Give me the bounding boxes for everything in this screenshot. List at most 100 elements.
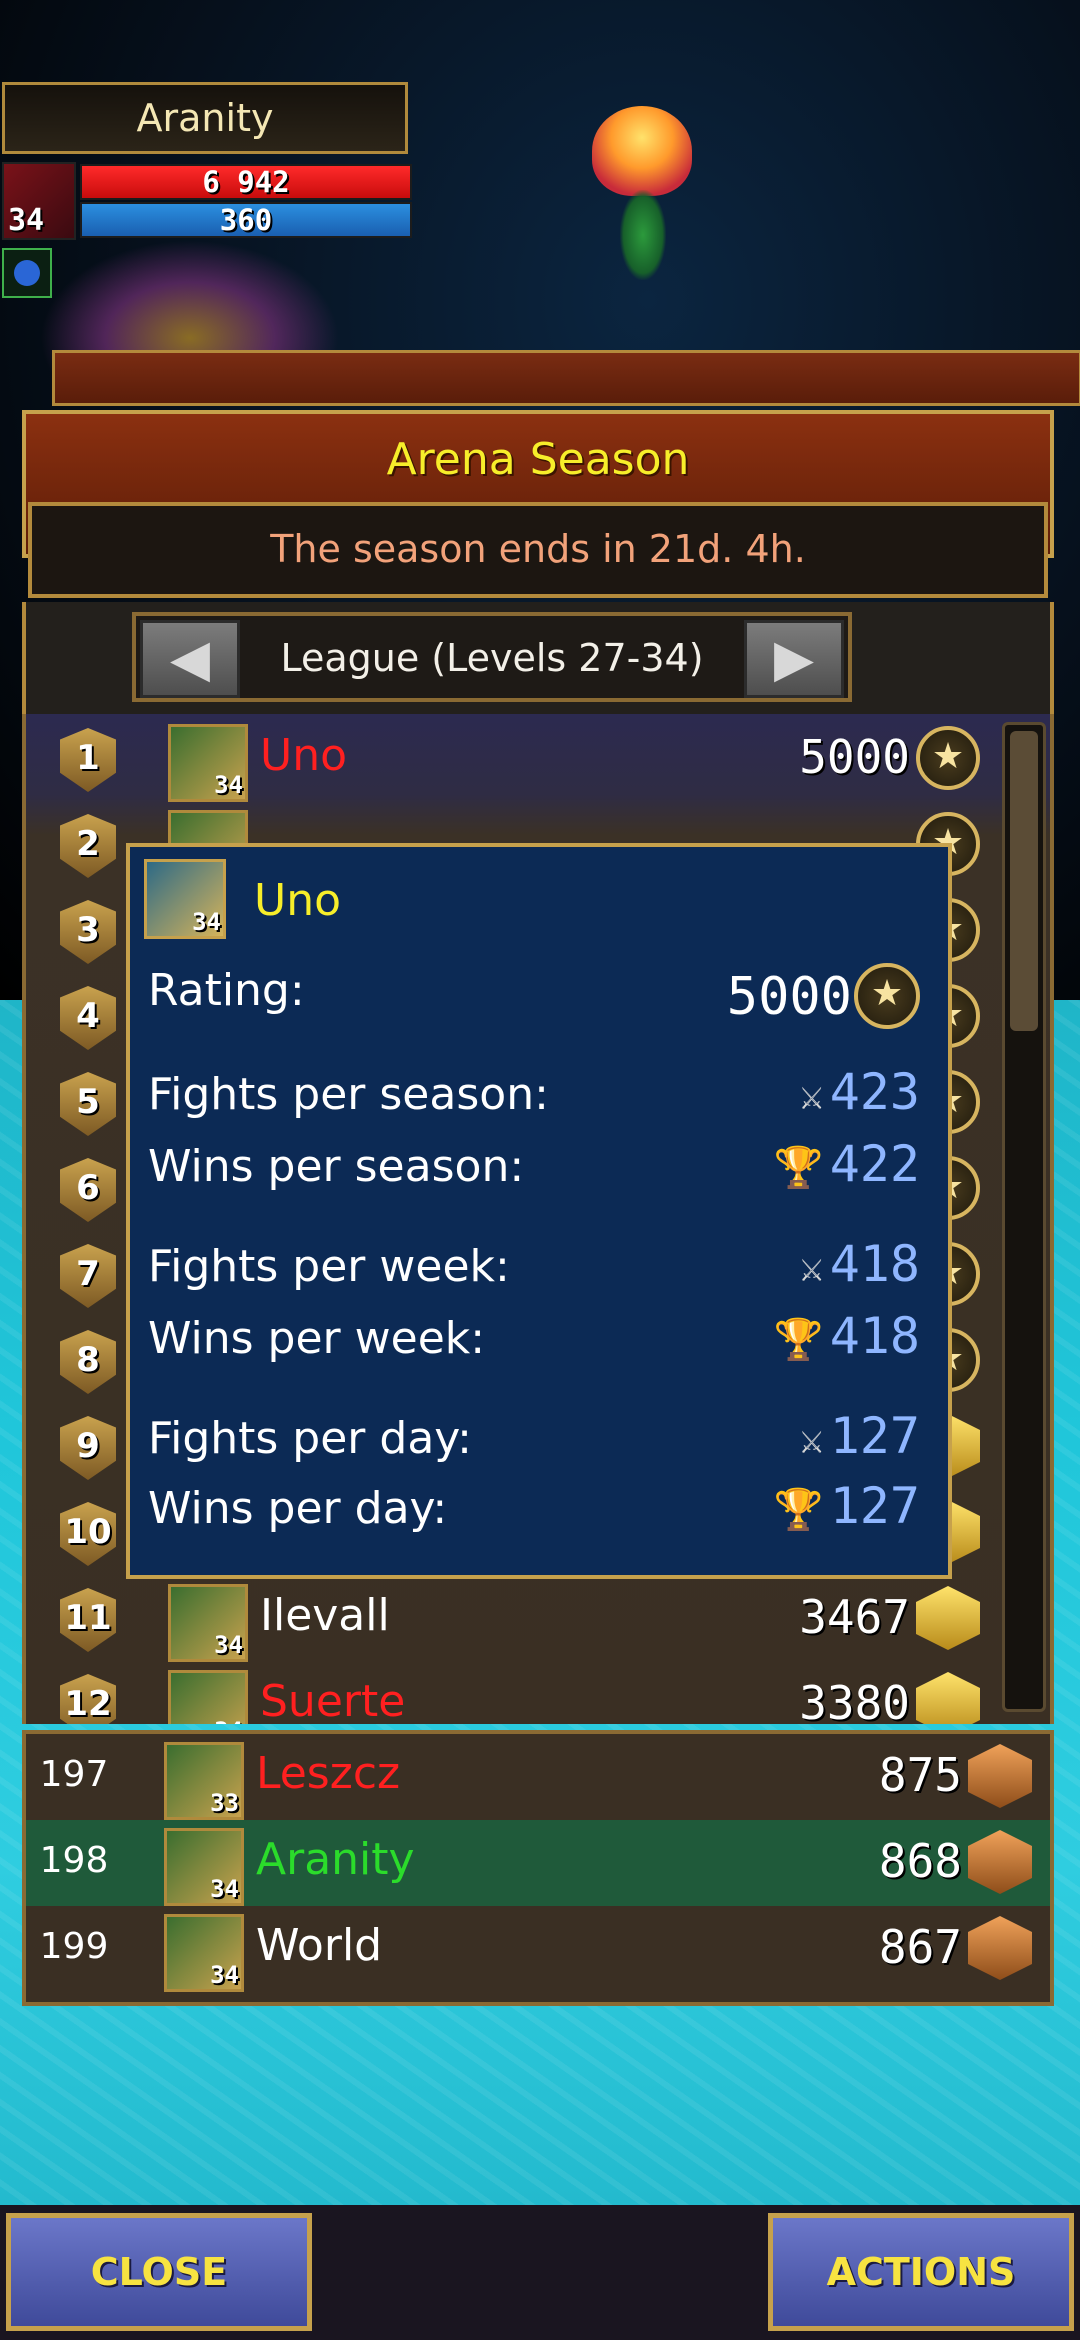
scrollbar-thumb[interactable] (1010, 731, 1038, 1031)
own-ranking-row[interactable]: 197 33 Leszcz 875 (26, 1734, 1050, 1820)
prev-league-button[interactable]: ◀ (140, 620, 240, 698)
rank-number: 6 (76, 1168, 100, 1208)
rank-number: 12 (64, 1684, 112, 1724)
rank-number: 7 (76, 1254, 100, 1294)
rating-score: 5000 (799, 730, 910, 784)
player-frame[interactable]: Aranity 34 6 942 360 (0, 82, 414, 240)
rank-badge: 3 (52, 896, 124, 968)
trophy-icon: 🏆 (773, 1145, 824, 1191)
league-box: ◀ League (Levels 27-34) ▶ (132, 612, 852, 702)
rank-badge: 1 (52, 724, 124, 796)
player-portrait[interactable]: 34 (2, 162, 76, 240)
rank-number: 5 (76, 1082, 100, 1122)
rank-number: 3 (76, 910, 100, 950)
rank-badge: 8 (52, 1326, 124, 1398)
close-button[interactable]: CLOSE (6, 2213, 312, 2331)
ranking-row[interactable]: 11 34 Ilevall 3467 (30, 1576, 998, 1662)
rank-number: 198 (39, 1840, 109, 1881)
rating-score: 3467 (799, 1590, 910, 1644)
rank-badge: 2 (52, 810, 124, 882)
player-avatar[interactable]: 33 (164, 1742, 244, 1820)
player-avatar[interactable]: 34 (164, 1914, 244, 1992)
stat-value: ⚔ 127 (800, 1407, 920, 1465)
tooltip-name: Uno (254, 875, 342, 926)
rating-score: 875 (878, 1748, 962, 1802)
player-name[interactable]: World (256, 1920, 382, 1971)
rank-number: 9 (76, 1426, 100, 1466)
rank-badge: 12 (52, 1670, 124, 1724)
player-avatar[interactable]: 34 (164, 1828, 244, 1906)
flower-stem (620, 190, 666, 280)
bronze-medal-icon (968, 1916, 1032, 1980)
star-medal-icon: ★ (854, 963, 920, 1029)
player-level: 34 (8, 203, 45, 238)
ranking-row[interactable]: 12 34 Suerte 3380 (30, 1662, 998, 1724)
stat-number: 418 (829, 1307, 920, 1365)
flower-lamp (592, 106, 692, 196)
panel-back-tab (52, 350, 1080, 406)
stat-label: Wins per day: (148, 1483, 448, 1534)
rank-badge: 6 (52, 1154, 124, 1226)
actions-button[interactable]: ACTIONS (768, 2213, 1074, 2331)
rating-label: Rating: (148, 965, 305, 1016)
stat-label: Fights per season: (148, 1069, 549, 1120)
stat-value: ⚔ 418 (800, 1235, 920, 1293)
next-league-button[interactable]: ▶ (744, 620, 844, 698)
rank-badge: 10 (52, 1498, 124, 1570)
arrow-left-icon: ◀ (170, 629, 210, 689)
tooltip-avatar: 34 (144, 859, 226, 939)
potion-icon (14, 260, 40, 286)
player-name[interactable]: Leszcz (256, 1748, 400, 1799)
own-ranking-row[interactable]: 198 34 Aranity 868 (26, 1820, 1050, 1906)
stat-number: 423 (829, 1063, 920, 1121)
sword-icon: ⚔ (799, 1072, 824, 1119)
tooltip-level: 34 (192, 908, 221, 936)
stat-value: ⚔ 423 (800, 1063, 920, 1121)
season-countdown: The season ends in 21d. 4h. (28, 502, 1048, 598)
player-tooltip: 34 Uno Rating: 5000 ★ Fights per season:… (126, 843, 952, 1579)
stat-label: Wins per season: (148, 1141, 525, 1192)
stat-number: 127 (829, 1477, 920, 1535)
panel-title: Arena Season (386, 434, 690, 485)
star-medal-icon: ★ (916, 726, 980, 790)
stat-label: Wins per week: (148, 1313, 486, 1364)
stat-value: 🏆 418 (774, 1307, 920, 1365)
rank-number: 199 (39, 1926, 109, 1967)
rank-badge: 4 (52, 982, 124, 1054)
player-level: 34 (210, 1961, 239, 1989)
player-name[interactable]: Aranity (256, 1834, 415, 1885)
rank-badge: 11 (52, 1584, 124, 1656)
player-name[interactable]: Uno (260, 730, 347, 781)
stat-value: 🏆 422 (774, 1135, 920, 1193)
stat-number: 422 (829, 1135, 920, 1193)
player-name[interactable]: Suerte (260, 1676, 405, 1724)
stat-number: 127 (829, 1407, 920, 1465)
player-avatar[interactable]: 34 (168, 724, 248, 802)
potion-slot[interactable] (2, 248, 52, 298)
bronze-medal-icon (968, 1744, 1032, 1808)
own-ranking-rows: 197 33 Leszcz 875 198 34 Aranity 868 199 34 World 8… (22, 1730, 1054, 2006)
rank-number: 8 (76, 1340, 100, 1380)
ranking-row[interactable]: 1 34 Uno 5000 ★ (30, 716, 998, 802)
arrow-right-icon: ▶ (774, 629, 814, 689)
rank-badge: 5 (52, 1068, 124, 1140)
player-level: 33 (210, 1789, 239, 1817)
player-level: 34 (214, 1717, 243, 1724)
player-avatar[interactable]: 34 (168, 1584, 248, 1662)
rank-number: 2 (76, 824, 100, 864)
trophy-icon: 🏆 (773, 1487, 824, 1533)
rating-score: 3380 (799, 1676, 910, 1724)
mana-bar: 360 (80, 202, 412, 238)
league-selector: ◀ League (Levels 27-34) ▶ (22, 602, 1054, 714)
scrollbar[interactable] (1002, 722, 1046, 1712)
player-level: 34 (210, 1875, 239, 1903)
league-label: League (Levels 27-34) (280, 636, 704, 680)
rank-badge: 7 (52, 1240, 124, 1312)
rank-number: 4 (76, 996, 100, 1036)
gold-medal-icon (916, 1586, 980, 1650)
own-ranking-row[interactable]: 199 34 World 867 (26, 1906, 1050, 1992)
game-scene: Aranity 34 6 942 360 Arena Season The se… (0, 0, 1080, 2340)
player-name[interactable]: Ilevall (260, 1590, 390, 1641)
player-avatar[interactable]: 34 (168, 1670, 248, 1724)
rank-badge: 9 (52, 1412, 124, 1484)
